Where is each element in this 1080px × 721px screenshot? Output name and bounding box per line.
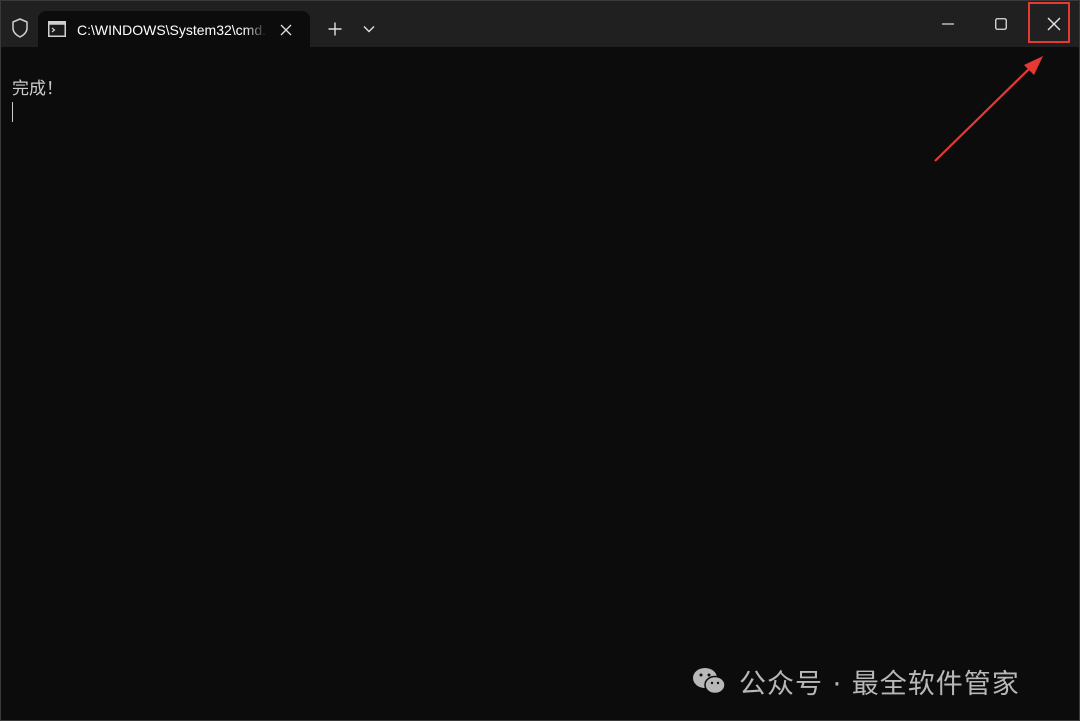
shield-icon <box>9 17 31 39</box>
console-icon <box>48 21 66 37</box>
maximize-icon <box>995 18 1007 30</box>
text-cursor <box>12 102 13 122</box>
tab-cmd[interactable]: C:\WINDOWS\System32\cmd.exe <box>38 11 310 47</box>
minimize-button[interactable] <box>925 1 971 47</box>
console-area[interactable]: 完成！ <box>1 47 1079 720</box>
minimize-icon <box>942 23 954 25</box>
close-icon[interactable] <box>275 19 297 41</box>
wechat-icon <box>693 668 726 695</box>
close-button-highlight <box>1028 2 1070 43</box>
plus-icon <box>328 22 342 36</box>
new-tab-button[interactable] <box>321 15 349 43</box>
terminal-window: C:\WINDOWS\System32\cmd.exe <box>0 0 1080 721</box>
title-bar: C:\WINDOWS\System32\cmd.exe <box>1 1 1079 47</box>
tab-title: C:\WINDOWS\System32\cmd.exe <box>77 22 267 38</box>
tab-dropdown-button[interactable] <box>355 15 383 43</box>
watermark-text: 公众号 · 最全软件管家 <box>739 668 1020 700</box>
console-output-line: 完成！ <box>12 79 63 99</box>
watermark: 公众号 · 最全软件管家 <box>691 661 1020 701</box>
chevron-down-icon <box>363 26 375 33</box>
annotation-arrow <box>934 56 1043 162</box>
maximize-button[interactable] <box>978 1 1024 47</box>
